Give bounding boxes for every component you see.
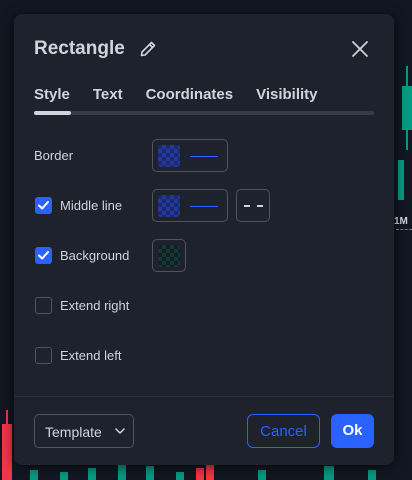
border-color-swatch (158, 145, 180, 167)
footer-divider (14, 396, 394, 397)
tab-visibility[interactable]: Visibility (256, 86, 317, 110)
extend-right-checkbox[interactable] (35, 297, 52, 314)
tab-text[interactable]: Text (93, 86, 123, 110)
extend-left-row: Extend left (34, 339, 374, 373)
close-icon[interactable] (349, 38, 371, 60)
extend-left-checkbox[interactable] (35, 347, 52, 364)
chart-candle (368, 470, 376, 480)
template-label: Template (45, 424, 102, 440)
chart-candle (402, 86, 412, 130)
tab-style[interactable]: Style (34, 86, 70, 110)
middle-line-row: Middle line (34, 189, 374, 223)
ok-button[interactable]: Ok (331, 414, 374, 448)
border-label: Border (34, 148, 74, 163)
chevron-down-icon (115, 428, 125, 434)
check-icon (38, 251, 49, 260)
chart-candle (398, 160, 404, 200)
active-tab-indicator (34, 111, 71, 115)
chart-candle (146, 466, 154, 480)
check-icon (38, 201, 49, 210)
dialog-title: Rectangle (34, 38, 125, 59)
chart-candle (176, 472, 184, 480)
chart-candle (88, 468, 96, 480)
chart-candle (2, 424, 12, 480)
dashed-line-icon (244, 205, 263, 207)
price-line (396, 229, 412, 230)
chart-candle-wick (406, 130, 408, 150)
tab-track (34, 111, 374, 115)
background-color-swatch (158, 245, 180, 267)
middle-line-checkbox[interactable] (35, 197, 52, 214)
background-label: Background (60, 248, 130, 263)
ok-label: Ok (342, 422, 363, 439)
drawing-settings-dialog: Rectangle Style Text Coordinates Visibil… (14, 14, 394, 465)
cancel-label: Cancel (260, 423, 307, 440)
border-row: Border (34, 139, 374, 173)
chart-candle (206, 464, 214, 480)
border-line-preview (190, 156, 218, 157)
chart-candle (196, 468, 204, 480)
chart-candle (324, 466, 334, 480)
extend-left-label: Extend left (60, 348, 122, 363)
chart-candle (258, 470, 266, 480)
background-color-button[interactable] (152, 239, 186, 272)
price-axis-label: 1M (394, 216, 408, 227)
extend-right-label: Extend right (60, 298, 130, 313)
middle-line-color-button[interactable] (152, 189, 228, 222)
cancel-button[interactable]: Cancel (247, 414, 320, 448)
template-dropdown[interactable]: Template (34, 414, 134, 448)
middle-line-preview (190, 206, 218, 207)
border-color-button[interactable] (152, 139, 228, 172)
chart-candle (30, 470, 38, 480)
background-checkbox[interactable] (35, 247, 52, 264)
extend-right-row: Extend right (34, 289, 374, 323)
middle-line-label: Middle line (60, 198, 123, 213)
middle-line-style-button[interactable] (236, 189, 270, 222)
pencil-icon[interactable] (138, 39, 158, 59)
chart-candle (60, 472, 68, 480)
tab-coordinates[interactable]: Coordinates (146, 86, 234, 110)
middle-line-color-swatch (158, 195, 180, 217)
background-row: Background (34, 239, 374, 273)
chart-candle-wick (6, 410, 8, 426)
chart-candle-wick (406, 66, 408, 86)
tab-bar: Style Text Coordinates Visibility (34, 86, 341, 110)
